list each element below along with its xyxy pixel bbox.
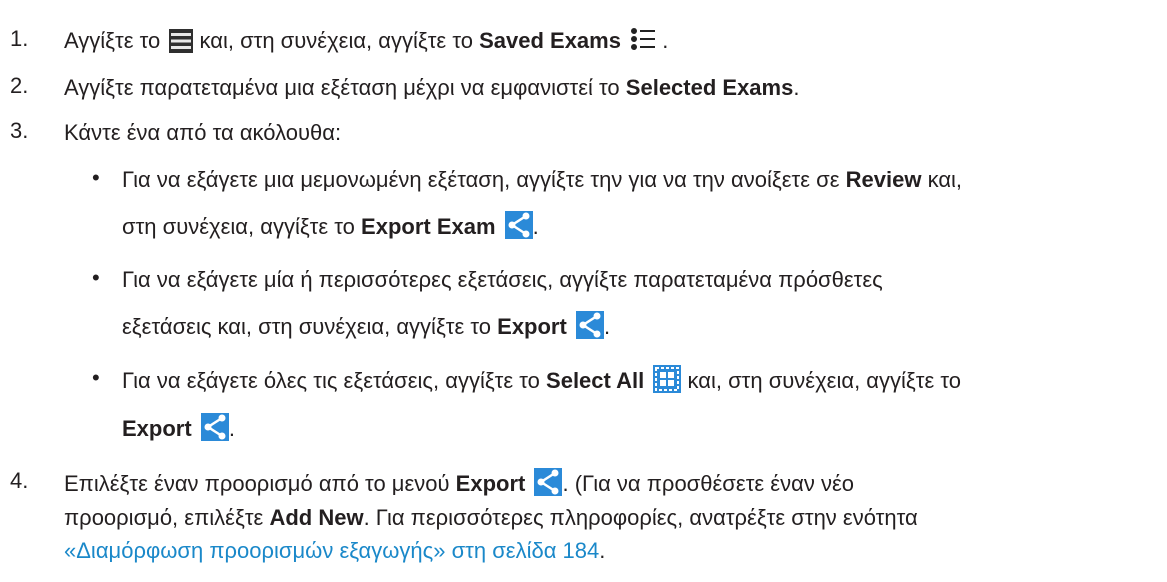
list-icon bbox=[631, 28, 656, 50]
bullet-3-line-1: Για να εξάγετε όλες τις εξετάσεις, αγγίξ… bbox=[122, 365, 961, 396]
menu-icon bbox=[169, 29, 194, 53]
step-2-line: Αγγίξτε παρατεταμένα μια εξέταση μέχρι ν… bbox=[64, 75, 800, 100]
bullet-2-line-1: Για να εξάγετε μία ή περισσότερες εξετάσ… bbox=[122, 267, 883, 292]
step-number: 2. bbox=[10, 73, 29, 98]
step-number: 4. bbox=[10, 468, 29, 493]
step-4-line-2: προορισμό, επιλέξτε Add New. Για περισσό… bbox=[64, 505, 918, 530]
select-all-icon bbox=[653, 365, 682, 393]
step-3-line: Κάντε ένα από τα ακόλουθα: bbox=[64, 120, 342, 145]
share-icon bbox=[200, 413, 229, 441]
share-icon bbox=[575, 311, 604, 339]
cross-reference-link[interactable]: «Διαμόρφωση προορισμών εξαγωγής» στη σελ… bbox=[64, 538, 599, 563]
step-number: 1. bbox=[10, 26, 29, 51]
step-number: 3. bbox=[10, 118, 29, 143]
bullet-marker: • bbox=[92, 165, 100, 190]
bullet-marker: • bbox=[92, 365, 100, 390]
bullet-3-line-2: Export . bbox=[122, 413, 235, 444]
share-icon bbox=[534, 468, 563, 496]
bullet-1-line-1: Για να εξάγετε μια μεμονωμένη εξέταση, α… bbox=[122, 167, 963, 192]
instructions-document: 1. Αγγίξτε το και, στη συνέχεια, αγγίξτε… bbox=[0, 0, 1167, 582]
share-icon bbox=[504, 211, 533, 239]
bullet-2-line-2: εξετάσεις και, στη συνέχεια, αγγίξτε το … bbox=[122, 311, 610, 342]
step-4-line-1: Επιλέξτε έναν προορισμό από το μενού Exp… bbox=[64, 468, 854, 499]
bullet-1-line-2: στη συνέχεια, αγγίξτε το Export Exam . bbox=[122, 211, 539, 242]
step-4-line-3: «Διαμόρφωση προορισμών εξαγωγής» στη σελ… bbox=[64, 538, 606, 563]
step-1-line: Αγγίξτε το και, στη συνέχεια, αγγίξτε το… bbox=[64, 28, 669, 53]
bullet-marker: • bbox=[92, 265, 100, 290]
